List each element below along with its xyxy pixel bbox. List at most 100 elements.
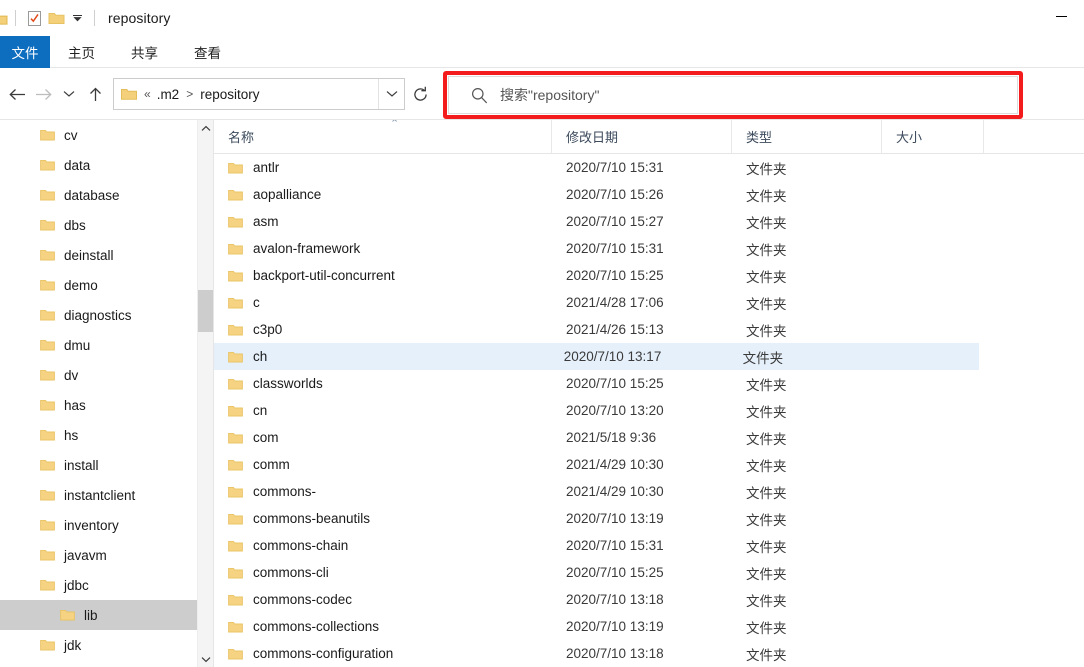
sidebar-item-jdk[interactable]: jdk	[0, 630, 197, 660]
new-folder-icon[interactable]	[45, 7, 67, 29]
navigation-pane-scrollbar[interactable]	[197, 120, 213, 667]
up-button[interactable]	[82, 79, 108, 109]
table-row[interactable]: aopalliance 2020/7/10 15:26 文件夹	[214, 181, 1084, 208]
file-name-cell: commons-configuration	[214, 646, 552, 661]
scroll-down-button[interactable]	[198, 651, 213, 667]
breadcrumb-separator-icon[interactable]: >	[186, 87, 193, 101]
sidebar-item-javavm[interactable]: javavm	[0, 540, 197, 570]
ribbon-tab-bar: 文件 主页 共享 查看	[0, 36, 1084, 68]
table-row[interactable]: asm 2020/7/10 15:27 文件夹	[214, 208, 1084, 235]
sidebar-item-data[interactable]: data	[0, 150, 197, 180]
table-row[interactable]: commons-configuration 2020/7/10 13:18 文件夹	[214, 640, 1084, 667]
file-date-cell: 2020/7/10 15:26	[566, 187, 664, 202]
forward-button[interactable]	[30, 79, 56, 109]
chevron-down-icon	[386, 91, 397, 97]
sidebar-item-label: data	[64, 157, 91, 173]
table-row[interactable]: commons-codec 2020/7/10 13:18 文件夹	[214, 586, 1084, 613]
folder-icon	[40, 369, 55, 381]
address-dropdown-button[interactable]	[378, 79, 404, 109]
breadcrumb-item-m2[interactable]: .m2	[157, 87, 180, 102]
sidebar-item-hs[interactable]: hs	[0, 420, 197, 450]
properties-icon[interactable]	[23, 7, 45, 29]
table-row[interactable]: backport-util-concurrent 2020/7/10 15:25 文…	[214, 262, 1084, 289]
column-header-row: 名称 修改日期 类型 大小 ⌃	[214, 120, 1084, 154]
scroll-up-button[interactable]	[198, 120, 213, 137]
table-row[interactable]: cn 2020/7/10 13:20 文件夹	[214, 397, 1084, 424]
sidebar-item-cv[interactable]: cv	[0, 120, 197, 150]
recent-locations-button[interactable]	[56, 79, 82, 109]
customize-chevron-icon[interactable]	[67, 7, 87, 29]
title-bar: repository	[0, 0, 1084, 36]
table-row[interactable]: com 2021/5/18 9:36 文件夹	[214, 424, 1084, 451]
sidebar-item-database[interactable]: database	[0, 180, 197, 210]
sidebar-item-dmu[interactable]: dmu	[0, 330, 197, 360]
column-header-size[interactable]: 大小	[882, 120, 984, 154]
file-type-cell: 文件夹	[746, 458, 787, 474]
file-name-cell: commons-	[214, 484, 552, 499]
sidebar-item-has[interactable]: has	[0, 390, 197, 420]
file-name-label: c3p0	[253, 322, 283, 337]
file-name-cell: c3p0	[214, 322, 552, 337]
folder-icon	[40, 518, 55, 532]
folder-icon	[40, 188, 55, 202]
file-name-cell: avalon-framework	[214, 241, 552, 256]
chevron-down-icon	[63, 91, 75, 97]
sidebar-item-dbs[interactable]: dbs	[0, 210, 197, 240]
column-header-type[interactable]: 类型	[732, 120, 882, 154]
file-name-label: c	[253, 295, 260, 310]
tab-home[interactable]: 主页	[50, 36, 113, 68]
folder-icon	[228, 324, 243, 335]
column-header-name[interactable]: 名称	[214, 120, 552, 154]
table-row[interactable]: ch 2020/7/10 13:17 文件夹	[214, 343, 979, 370]
table-row[interactable]: commons- 2021/4/29 10:30 文件夹	[214, 478, 1084, 505]
up-arrow-icon	[89, 87, 101, 101]
sidebar-item-lib[interactable]: lib	[0, 600, 197, 630]
table-row[interactable]: commons-cli 2020/7/10 15:25 文件夹	[214, 559, 1084, 586]
column-header-date[interactable]: 修改日期	[552, 120, 732, 154]
minimize-button[interactable]	[1038, 0, 1084, 32]
file-type-cell: 文件夹	[746, 296, 787, 312]
table-row[interactable]: comm 2021/4/29 10:30 文件夹	[214, 451, 1084, 478]
folder-icon	[40, 368, 55, 382]
sidebar-item-inventory[interactable]: inventory	[0, 510, 197, 540]
sidebar-item-jdbc[interactable]: jdbc	[0, 570, 197, 600]
address-bar[interactable]: « .m2 > repository	[113, 78, 405, 110]
tab-view[interactable]: 查看	[176, 36, 239, 68]
sidebar-item-label: hs	[64, 427, 79, 443]
folder-icon	[40, 189, 55, 201]
table-row[interactable]: antlr 2020/7/10 15:31 文件夹	[214, 154, 1084, 181]
sidebar-item-dv[interactable]: dv	[0, 360, 197, 390]
table-row[interactable]: commons-beanutils 2020/7/10 13:19 文件夹	[214, 505, 1084, 532]
file-name-label: commons-collections	[253, 619, 380, 634]
tab-share[interactable]: 共享	[113, 36, 176, 68]
folder-icon	[40, 579, 55, 591]
scrollbar-thumb[interactable]	[198, 290, 213, 332]
sidebar-item-label: dv	[64, 367, 79, 383]
table-row[interactable]: commons-collections 2020/7/10 13:19 文件夹	[214, 613, 1084, 640]
sidebar-item-demo[interactable]: demo	[0, 270, 197, 300]
breadcrumb-overflow[interactable]: «	[144, 87, 151, 101]
table-row[interactable]: commons-chain 2020/7/10 15:31 文件夹	[214, 532, 1084, 559]
sidebar-item-deinstall[interactable]: deinstall	[0, 240, 197, 270]
table-row[interactable]: c3p0 2021/4/26 15:13 文件夹	[214, 316, 1084, 343]
folder-icon	[40, 218, 55, 232]
breadcrumb-item-repository[interactable]: repository	[200, 87, 259, 102]
folder-icon	[228, 620, 243, 634]
minimize-icon	[1055, 15, 1067, 17]
sidebar-item-instantclient[interactable]: instantclient	[0, 480, 197, 510]
file-type-cell: 文件夹	[746, 431, 787, 447]
tab-file[interactable]: 文件	[0, 36, 50, 68]
table-row[interactable]: c 2021/4/28 17:06 文件夹	[214, 289, 1084, 316]
file-name-cell: backport-util-concurrent	[214, 268, 552, 283]
sidebar-item-install[interactable]: install	[0, 450, 197, 480]
back-button[interactable]	[4, 79, 30, 109]
table-row[interactable]: avalon-framework 2020/7/10 15:31 文件夹	[214, 235, 1084, 262]
folder-icon	[40, 548, 55, 562]
file-date-cell: 2020/7/10 15:27	[566, 214, 664, 229]
sidebar-item-label: dmu	[64, 337, 91, 353]
folder-icon	[40, 458, 55, 472]
sidebar-item-diagnostics[interactable]: diagnostics	[0, 300, 197, 330]
table-row[interactable]: classworlds 2020/7/10 15:25 文件夹	[214, 370, 1084, 397]
refresh-button[interactable]	[405, 78, 435, 110]
folder-icon[interactable]	[0, 8, 8, 28]
